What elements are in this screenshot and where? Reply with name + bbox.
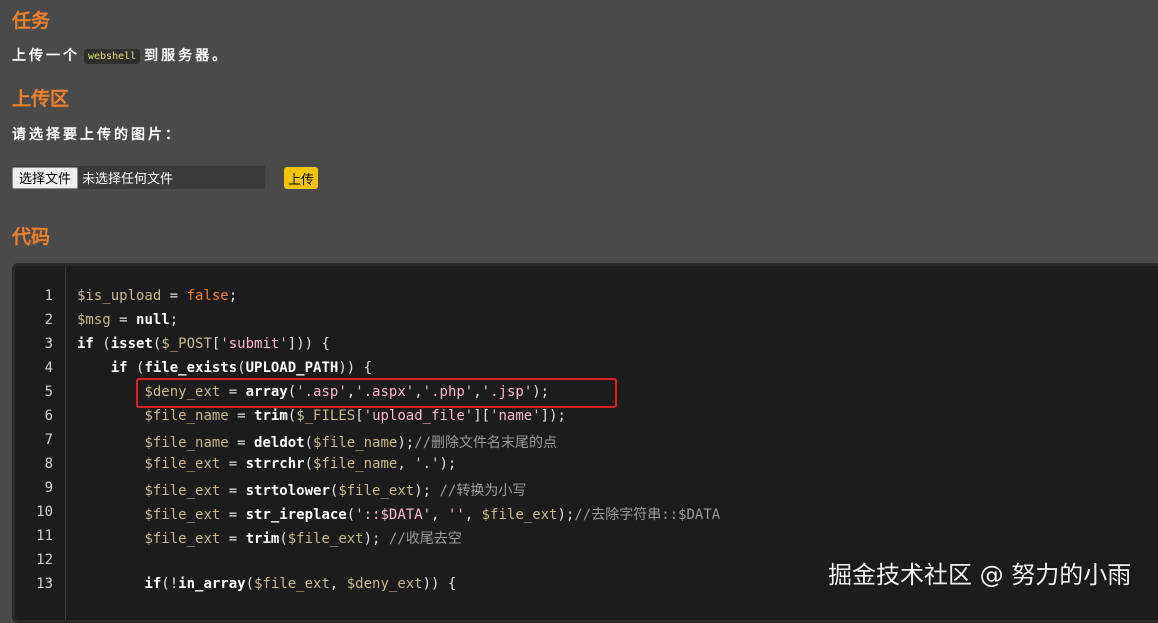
code-line-2: $msg = null; [77,312,179,328]
line-number: 11 [36,528,53,544]
upload-button[interactable]: 上传 [284,167,318,189]
line-number: 12 [36,552,53,568]
file-input[interactable]: 选择文件 未选择任何文件 [12,166,265,189]
task-description: 上传一个 webshell 到服务器。 [12,45,229,65]
line-number: 10 [36,504,53,520]
line-number: 7 [44,432,53,448]
watermark: 掘金技术社区 @ 努力的小雨 [828,561,1132,589]
code-line-6: $file_name = trim($_FILES['upload_file']… [144,408,566,424]
line-number: 13 [36,576,53,592]
line-number: 5 [44,384,53,400]
code-line-4: if (file_exists(UPLOAD_PATH)) { [110,360,373,376]
file-status-text: 未选择任何文件 [82,172,174,187]
upload-heading: 上传区 [12,89,70,110]
task-text-suffix: 到服务器。 [144,48,230,64]
line-number: 4 [44,360,53,376]
task-inline-code: webshell [84,48,141,64]
upload-prompt: 请选择要上传的图片： [12,127,182,143]
line-number: 2 [44,312,53,328]
line-number-gutter: 1 2 3 4 5 6 7 8 9 10 11 12 13 [15,266,66,620]
code-line-13: if(!in_array($file_ext, $deny_ext)) { [144,576,457,592]
line-number: 8 [44,456,53,472]
code-line-10: $file_ext = str_ireplace('::$DATA', '', … [144,507,721,523]
line-number: 6 [44,408,53,424]
code-line-7: $file_name = deldot($file_name);//删除文件名末… [144,435,558,451]
code-line-9: $file_ext = strtolower($file_ext); //转换为… [144,483,527,499]
line-number: 3 [44,336,53,352]
line-number: 9 [44,480,53,496]
code-heading: 代码 [12,227,51,248]
choose-file-button[interactable]: 选择文件 [12,166,79,189]
task-text-prefix: 上传一个 [12,48,80,64]
code-line-8: $file_ext = strrchr($file_name, '.'); [144,456,457,472]
highlight-annotation-box [136,378,617,408]
code-line-1: $is_upload = false; [77,288,238,304]
line-number: 1 [44,288,53,304]
code-line-11: $file_ext = trim($file_ext); //收尾去空 [144,531,462,547]
code-line-3: if (isset($_POST['submit'])) { [77,336,330,352]
task-heading: 任务 [12,11,51,32]
